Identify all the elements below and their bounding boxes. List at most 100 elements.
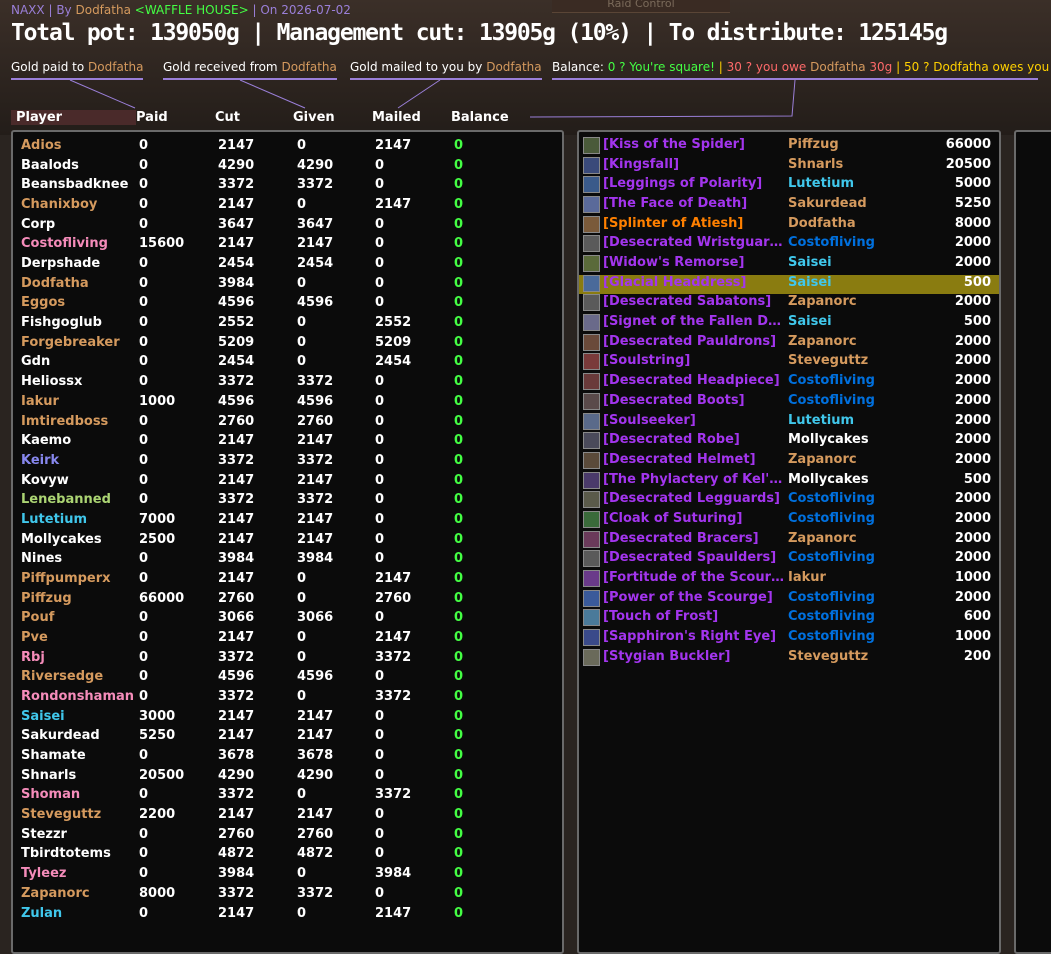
item-link[interactable]: [Stygian Buckler] (603, 649, 785, 664)
item-icon[interactable] (583, 530, 600, 548)
given-value: 0 (297, 905, 307, 921)
balance-value: 0 (454, 531, 464, 547)
given-value: 0 (297, 866, 307, 882)
item-link[interactable]: [Desecrated Headpiece] (603, 373, 785, 388)
item-icon[interactable] (583, 314, 600, 332)
balance-value: 0 (454, 393, 464, 409)
item-link[interactable]: [Touch of Frost] (603, 609, 785, 624)
loot-row[interactable]: [Desecrated Legguards] Costofliving 2000 (579, 491, 999, 510)
item-link[interactable]: [Desecrated Boots] (603, 393, 785, 408)
mailed-value: 0 (375, 472, 385, 488)
item-link[interactable]: [Splinter of Atiesh] (603, 216, 785, 231)
paid-value: 5250 (139, 728, 176, 744)
item-link[interactable]: [Power of the Scourge] (603, 590, 785, 605)
loot-row[interactable]: [Kingsfall] Shnarls 20500 (579, 156, 999, 176)
cut-value: 3372 (218, 492, 255, 508)
item-link[interactable]: [Soulstring] (603, 353, 785, 368)
loot-row[interactable]: [Widow's Remorse] Saisei 2000 (579, 255, 999, 274)
item-link[interactable]: [Desecrated Helmet] (603, 452, 785, 467)
item-icon[interactable] (583, 569, 600, 587)
item-icon[interactable] (583, 609, 600, 627)
item-icon[interactable] (583, 550, 600, 568)
column-header-player[interactable]: Player (11, 110, 136, 125)
loot-row-selected[interactable]: [Glacial Headdress] Saisei 500 (579, 274, 999, 294)
item-link[interactable]: [Fortitude of the Scourge] (603, 570, 785, 585)
column-header-balance[interactable]: Balance (451, 110, 509, 125)
loot-row[interactable]: [Signet of the Fallen Defender]Saisei 500 (579, 314, 999, 333)
item-icon[interactable] (583, 471, 600, 489)
item-icon[interactable] (583, 255, 600, 273)
loot-row[interactable]: [Soulseeker] Lutetium 2000 (579, 412, 999, 432)
item-icon[interactable] (583, 333, 600, 351)
column-header-paid[interactable]: Paid (136, 110, 168, 125)
player-name: Fishgoglub (21, 315, 102, 331)
winner-name: Mollycakes (788, 432, 869, 448)
item-link[interactable]: [Desecrated Robe] (603, 432, 785, 447)
item-icon[interactable] (583, 176, 600, 194)
item-icon[interactable] (583, 235, 600, 253)
loot-row[interactable]: [Desecrated Boots] Costofliving 2000 (579, 392, 999, 412)
item-icon[interactable] (583, 629, 600, 646)
item-icon[interactable] (583, 648, 600, 666)
item-icon[interactable] (583, 373, 600, 391)
item-icon[interactable] (583, 432, 600, 450)
loot-row[interactable]: [Desecrated Wristguards] Costofliving 2000 (579, 235, 999, 254)
item-link[interactable]: [Glacial Headdress] (603, 275, 785, 290)
loot-row[interactable]: [Fortitude of the Scourge] Iakur 1000 (579, 569, 999, 589)
item-icon[interactable] (583, 353, 600, 371)
loot-row[interactable]: [Power of the Scourge] Costofliving 2000 (579, 589, 999, 609)
item-icon[interactable] (583, 491, 600, 509)
item-link[interactable]: [Sapphiron's Right Eye] (603, 629, 785, 644)
item-icon[interactable] (583, 392, 600, 410)
item-link[interactable]: [Desecrated Pauldrons] (603, 334, 785, 349)
item-link[interactable]: [The Face of Death] (603, 196, 785, 211)
column-header-given[interactable]: Given (293, 110, 335, 125)
item-link[interactable]: [Desecrated Legguards] (603, 491, 785, 506)
player-name: Heliossx (21, 374, 83, 390)
loot-row[interactable]: [Desecrated Headpiece] Costofliving 2000 (579, 373, 999, 392)
item-link[interactable]: [Cloak of Suturing] (603, 511, 785, 526)
loot-row[interactable]: [Desecrated Pauldrons] Zapanorc 2000 (579, 333, 999, 353)
item-link[interactable]: [Signet of the Fallen Defender] (603, 314, 785, 329)
item-icon[interactable] (583, 196, 600, 214)
loot-row[interactable]: [Desecrated Helmet] Zapanorc 2000 (579, 451, 999, 471)
loot-row[interactable]: [Desecrated Bracers] Zapanorc 2000 (579, 530, 999, 550)
loot-row[interactable]: [Kiss of the Spider] Piffzug 66000 (579, 137, 999, 156)
item-link[interactable]: [Desecrated Wristguards] (603, 235, 785, 250)
loot-row[interactable]: [Soulstring] Steveguttz 2000 (579, 353, 999, 372)
loot-row[interactable]: [Desecrated Spaulders] Costofliving 2000 (579, 550, 999, 569)
item-icon[interactable] (583, 137, 600, 154)
loot-row[interactable]: [Desecrated Sabatons] Zapanorc 2000 (579, 294, 999, 313)
balance-value: 0 (454, 138, 464, 153)
loot-row[interactable]: [Desecrated Robe] Mollycakes 2000 (579, 432, 999, 451)
item-link[interactable]: [Desecrated Bracers] (603, 531, 785, 546)
player-name: Piffzug (21, 590, 72, 606)
loot-row[interactable]: [Sapphiron's Right Eye] Costofliving 1000 (579, 629, 999, 648)
column-header-cut[interactable]: Cut (215, 110, 240, 125)
item-link[interactable]: [Kingsfall] (603, 157, 785, 172)
item-icon[interactable] (583, 510, 600, 528)
loot-row[interactable]: [Stygian Buckler] Steveguttz 200 (579, 648, 999, 668)
item-icon[interactable] (583, 215, 600, 233)
item-link[interactable]: [Desecrated Sabatons] (603, 294, 785, 309)
item-link[interactable]: [Desecrated Spaulders] (603, 550, 785, 565)
item-link[interactable]: [Widow's Remorse] (603, 255, 785, 270)
item-icon[interactable] (583, 294, 600, 312)
item-link[interactable]: [Kiss of the Spider] (603, 137, 785, 152)
loot-row[interactable]: [The Face of Death] Sakurdead 5250 (579, 196, 999, 215)
column-header-mailed[interactable]: Mailed (372, 110, 421, 125)
loot-row[interactable]: [Leggings of Polarity] Lutetium 5000 (579, 176, 999, 195)
item-icon[interactable] (583, 451, 600, 469)
loot-row[interactable]: [Cloak of Suturing] Costofliving 2000 (579, 510, 999, 530)
player-name: Sakurdead (21, 728, 100, 744)
item-link[interactable]: [Soulseeker] (603, 413, 785, 428)
item-link[interactable]: [Leggings of Polarity] (603, 176, 785, 191)
loot-row[interactable]: [Splinter of Atiesh] Dodfatha 8000 (579, 215, 999, 235)
item-icon[interactable] (583, 274, 600, 292)
item-icon[interactable] (583, 156, 600, 174)
item-icon[interactable] (583, 412, 600, 430)
loot-row[interactable]: [The Phylactery of Kel'Thuzad]Mollycakes… (579, 471, 999, 491)
item-link[interactable]: [The Phylactery of Kel'Thuzad] (603, 472, 785, 487)
item-icon[interactable] (583, 589, 600, 607)
loot-row[interactable]: [Touch of Frost] Costofliving 600 (579, 609, 999, 628)
